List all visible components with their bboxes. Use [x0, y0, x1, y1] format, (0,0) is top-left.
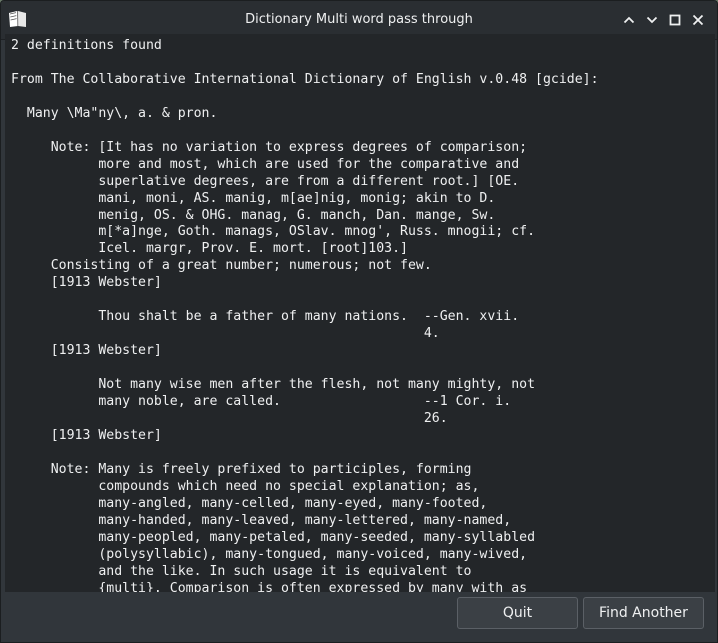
definition-text-area[interactable]: 2 definitions found From The Collaborati…	[5, 34, 715, 592]
text-line: {multi}. Comparison is often expressed b…	[11, 580, 528, 593]
text-line: Thou shalt be a father of many nations. …	[11, 309, 520, 325]
maximize-icon[interactable]	[666, 11, 684, 29]
text-line: [1913 Webster]	[11, 343, 162, 359]
text-line: 4.	[11, 326, 440, 342]
text-line: and the like. In such usage it is equiva…	[11, 563, 472, 579]
text-line: 26.	[11, 410, 448, 426]
text-line: Note: Many is freely prefixed to partici…	[11, 461, 472, 477]
text-line: compounds which need no special explanat…	[11, 478, 480, 494]
text-line: mani, moni, AS. manig, m[ae]nig, monig; …	[11, 190, 496, 206]
text-line: menig, OS. & OHG. manag, G. manch, Dan. …	[11, 207, 496, 223]
text-line: many noble, are called. --1 Cor. i.	[11, 394, 512, 410]
button-bar: Quit Find Another	[1, 592, 717, 642]
chevron-up-icon[interactable]	[620, 11, 638, 29]
find-another-button[interactable]: Find Another	[583, 597, 704, 629]
text-line: Many \Ma"ny\, a. & pron.	[11, 105, 218, 121]
text-line: Icel. margr, Prov. E. mort. [root]103.]	[11, 241, 408, 257]
text-line: many-angled, many-celled, many-eyed, man…	[11, 495, 488, 511]
definition-text: 2 definitions found From The Collaborati…	[5, 34, 715, 592]
chevron-down-icon[interactable]	[643, 11, 661, 29]
text-line: 2 definitions found	[11, 38, 162, 53]
text-line: [1913 Webster]	[11, 275, 162, 291]
text-line: From The Collaborative International Dic…	[11, 71, 599, 87]
text-line: (polysyllabic), many-tongued, many-voice…	[11, 546, 528, 562]
dialog-window: Dictionary Multi word pass through 2 def…	[0, 0, 718, 643]
close-icon[interactable]	[689, 11, 707, 29]
text-line: [1913 Webster]	[11, 427, 162, 443]
text-line: more and most, which are used for the co…	[11, 156, 520, 172]
text-line: many-peopled, many-petaled, many-seeded,…	[11, 529, 536, 545]
quit-button[interactable]: Quit	[457, 597, 578, 629]
text-line: m[*a]nge, Goth. manags, OSlav. mnog', Ru…	[11, 224, 536, 240]
text-line: Not many wise men after the flesh, not m…	[11, 377, 536, 393]
text-line: superlative degrees, are from a differen…	[11, 173, 520, 189]
text-line: many-handed, many-leaved, many-lettered,…	[11, 512, 512, 528]
text-line: Note: [It has no variation to express de…	[11, 139, 528, 155]
text-line: Consisting of a great number; numerous; …	[11, 258, 432, 274]
